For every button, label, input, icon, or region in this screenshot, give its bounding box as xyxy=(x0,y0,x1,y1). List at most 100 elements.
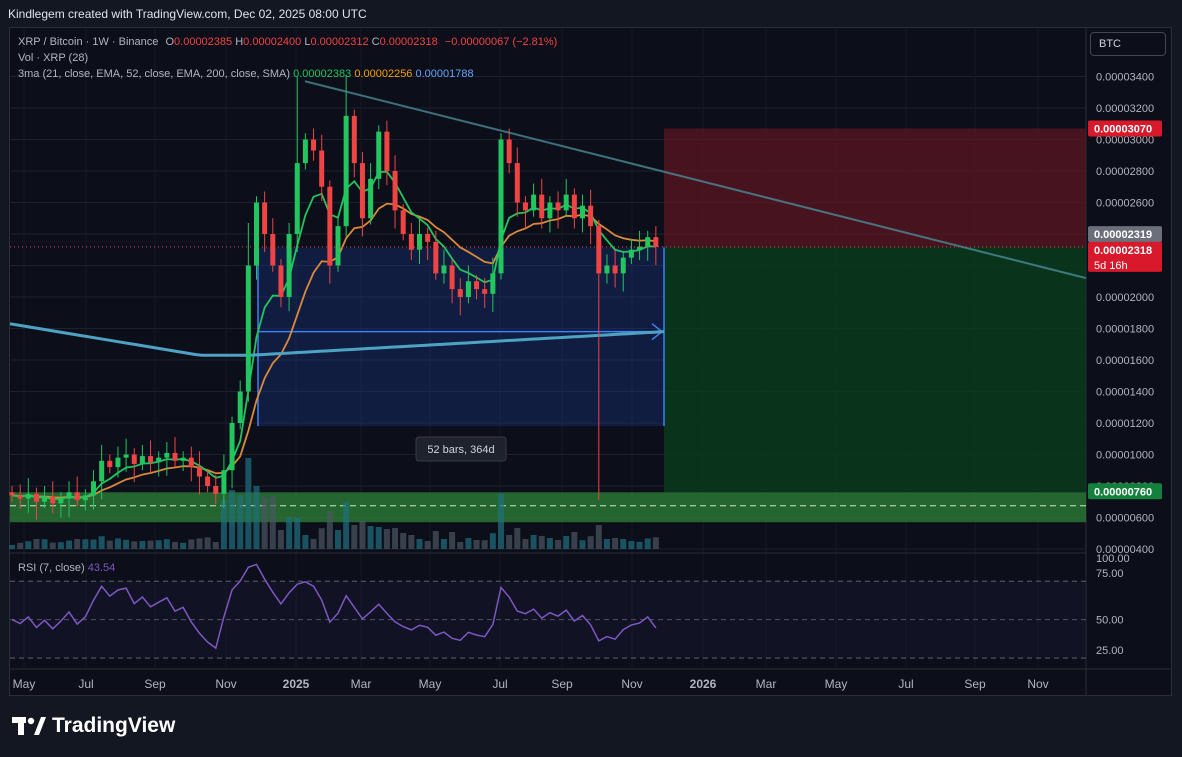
candle-body xyxy=(91,481,96,496)
candle-body xyxy=(514,163,520,203)
volume-bar xyxy=(17,542,24,549)
volume-bar xyxy=(563,536,570,549)
candle-body xyxy=(148,456,154,463)
candle-body xyxy=(115,457,121,468)
volume-bar xyxy=(25,541,32,549)
time-tick-label: Jul xyxy=(898,677,913,691)
candle-body xyxy=(319,150,325,187)
ma-price-tag-text: 0.00002319 xyxy=(1094,229,1152,241)
time-tick-label: Mar xyxy=(351,677,372,691)
candle-body xyxy=(474,281,480,290)
ema21-value: 0.00002383 xyxy=(293,68,352,80)
tradingview-logo-icon xyxy=(12,717,46,735)
symbol-legend[interactable]: XRP / Bitcoin · 1W · Binance O0.00002385… xyxy=(18,36,557,48)
bar-countdown: 5d 16h xyxy=(1094,260,1128,272)
volume-legend[interactable]: Vol · XRP (28) xyxy=(18,52,88,64)
rsi-label: RSI (7, close) xyxy=(18,562,85,574)
volume-bar xyxy=(359,521,366,549)
rsi-tick-label: 100.00 xyxy=(1096,553,1130,565)
candle-body xyxy=(628,249,634,258)
volume-bar xyxy=(383,529,390,549)
candle-body xyxy=(482,289,488,294)
volume-bar xyxy=(204,537,211,549)
volume-bar xyxy=(579,540,586,549)
time-tick-label: Sep xyxy=(551,677,573,691)
volume-bar xyxy=(155,540,162,549)
ma-legend[interactable]: 3ma (21, close, EMA, 52, close, EMA, 200… xyxy=(18,68,474,80)
price-tick-label: 0.00002600 xyxy=(1096,198,1154,210)
ma-label: 3ma (21, close, EMA, 52, close, EMA, 200… xyxy=(18,68,291,80)
low-value: 0.00002312 xyxy=(310,36,369,48)
volume-bar xyxy=(375,527,382,549)
volume-bar xyxy=(367,526,374,549)
candle-body xyxy=(302,139,308,164)
candle-body xyxy=(9,492,15,496)
candle-body xyxy=(229,423,235,471)
rsi-pane: 100.00 75.00 50.00 25.00 xyxy=(10,553,1130,659)
volume-bar xyxy=(147,540,154,549)
time-tick-label: Nov xyxy=(1027,677,1048,691)
symbol-title: XRP / Bitcoin · 1W · Binance xyxy=(18,36,159,48)
volume-bar xyxy=(343,502,350,549)
volume-bar xyxy=(302,535,309,549)
candle-body xyxy=(425,234,431,242)
time-tick-label: Nov xyxy=(621,677,642,691)
candle-body xyxy=(50,497,56,504)
date-range-box xyxy=(258,247,664,427)
volume-bar xyxy=(180,542,187,549)
tradingview-logo[interactable]: TradingView xyxy=(12,714,175,738)
volume-bar xyxy=(131,541,138,549)
volume-label: Vol · XRP (28) xyxy=(18,52,89,64)
candle-body xyxy=(213,486,219,494)
candle-body xyxy=(196,467,202,477)
volume-bar xyxy=(603,539,610,549)
volume-bar xyxy=(41,539,48,549)
volume-bar xyxy=(514,528,521,549)
candle-body xyxy=(42,497,48,502)
candle-body xyxy=(74,492,80,501)
measure-tooltip: 52 bars, 364d xyxy=(415,436,507,462)
volume-bar xyxy=(408,535,415,549)
target-price-tag-text: 0.00000760 xyxy=(1094,486,1152,498)
time-tick-label: Jul xyxy=(492,677,507,691)
rsi-legend[interactable]: RSI (7, close) 43.54 xyxy=(18,562,115,574)
price-tick-label: 0.00001600 xyxy=(1096,355,1154,367)
volume-bar xyxy=(498,494,504,549)
price-tick-label: 0.00002000 xyxy=(1096,292,1154,304)
candle-body xyxy=(327,186,333,266)
candle-body xyxy=(547,202,553,219)
volume-bar xyxy=(620,539,627,549)
volume-bar xyxy=(506,535,513,549)
candle-body xyxy=(465,281,471,297)
candle-body xyxy=(123,454,129,458)
candle-body xyxy=(58,498,64,504)
open-value: 0.00002385 xyxy=(174,36,233,48)
candle-body xyxy=(441,265,447,274)
candle-body xyxy=(392,171,398,211)
volume-bar xyxy=(416,539,423,549)
candle-body xyxy=(449,265,455,290)
candle-body xyxy=(99,460,105,482)
high-label: H xyxy=(235,36,244,48)
volume-bar xyxy=(212,542,219,549)
price-chart[interactable]: 0.000004000.000006000.000008000.00001000… xyxy=(0,0,1182,757)
time-tick-label: May xyxy=(419,677,442,691)
time-tick-label: 2026 xyxy=(690,677,717,691)
time-tick-label: Jul xyxy=(78,677,93,691)
candle-body xyxy=(180,457,186,461)
candle-body xyxy=(172,452,178,461)
currency-selector[interactable]: BTC xyxy=(1090,32,1166,56)
volume-bar xyxy=(424,541,431,549)
volume-bar xyxy=(392,528,399,549)
rsi-tick-label: 75.00 xyxy=(1096,568,1124,580)
candle-body xyxy=(188,457,194,468)
volume-bar xyxy=(555,540,562,549)
volume-bar xyxy=(294,518,301,549)
candle-body xyxy=(131,454,137,464)
change-value: −0.00000067 (−2.81%) xyxy=(444,36,558,48)
candle-body xyxy=(571,194,577,219)
volume-bar xyxy=(123,539,130,549)
price-tick-label: 0.00000600 xyxy=(1096,513,1154,525)
volume-bar xyxy=(106,540,113,549)
target-price-tag: 0.00000760 xyxy=(1088,483,1162,500)
